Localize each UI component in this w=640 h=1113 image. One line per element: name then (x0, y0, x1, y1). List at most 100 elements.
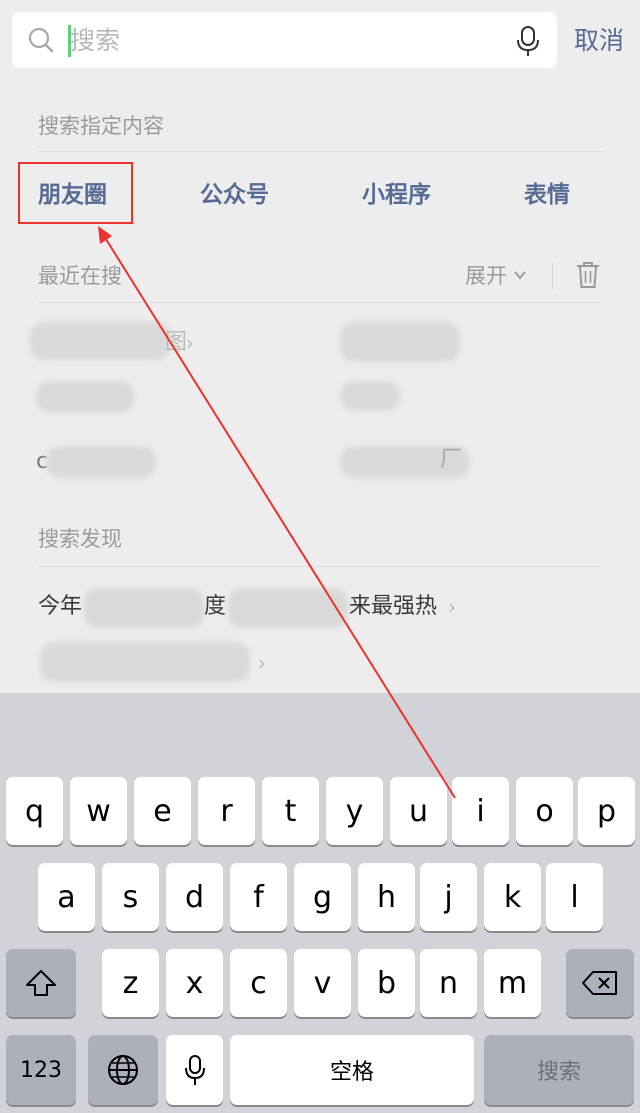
search-input[interactable]: 搜索 (12, 12, 557, 68)
key-d[interactable]: d (166, 863, 223, 931)
key-label: b (376, 965, 397, 1001)
key-label: n (438, 965, 458, 1001)
key-label: v (313, 965, 332, 1001)
key-label: w (86, 793, 111, 829)
recent-item-text: 厂 (440, 447, 463, 472)
key-v[interactable]: v (294, 949, 351, 1017)
space-key[interactable]: 空格 (230, 1035, 474, 1105)
blurred-text (228, 588, 348, 628)
backspace-key[interactable] (566, 949, 634, 1017)
cancel-button[interactable]: 取消 (574, 24, 624, 58)
key-s[interactable]: s (102, 863, 159, 931)
key-f[interactable]: f (230, 863, 287, 931)
key-label: p (596, 793, 617, 829)
dictation-key[interactable] (166, 1035, 223, 1105)
blurred-text (340, 381, 400, 411)
key-u[interactable]: u (390, 777, 447, 845)
key-i[interactable]: i (452, 777, 509, 845)
search-placeholder: 搜索 (70, 26, 121, 55)
blurred-text (46, 446, 156, 478)
key-k[interactable]: k (484, 863, 541, 931)
category-stickers[interactable]: 表情 (524, 178, 570, 212)
globe-icon (108, 1055, 138, 1085)
key-q[interactable]: q (6, 777, 63, 845)
key-w[interactable]: w (70, 777, 127, 845)
expand-button[interactable]: 展开 (465, 261, 507, 291)
key-label: m (497, 965, 528, 1001)
arrow-head-icon (98, 226, 112, 244)
key-label: g (312, 879, 333, 915)
shift-key[interactable] (6, 949, 76, 1017)
key-label: l (570, 879, 579, 915)
microphone-icon (184, 1055, 205, 1085)
chevron-right-icon: › (448, 595, 456, 619)
blurred-text (84, 588, 204, 628)
category-official-accounts[interactable]: 公众号 (200, 178, 269, 212)
discover-title: 搜索发现 (38, 527, 122, 551)
highlight-box (18, 162, 133, 224)
key-label: d (184, 879, 205, 915)
key-label: a (57, 879, 76, 915)
discover-text: 今年 (38, 594, 83, 619)
key-z[interactable]: z (102, 949, 159, 1017)
discover-text: 度 (204, 594, 227, 619)
blurred-text (36, 381, 134, 413)
key-label: i (476, 793, 485, 829)
key-y[interactable]: y (326, 777, 383, 845)
key-label: f (253, 879, 264, 915)
key-o[interactable]: o (516, 777, 573, 845)
specified-content-title: 搜索指定内容 (38, 114, 164, 138)
key-x[interactable]: x (166, 949, 223, 1017)
key-label: t (284, 793, 297, 829)
chevron-down-icon[interactable] (513, 268, 527, 282)
key-r[interactable]: r (198, 777, 255, 845)
numbers-key[interactable]: 123 (6, 1035, 76, 1105)
blurred-text (40, 642, 250, 682)
key-j[interactable]: j (420, 863, 477, 931)
search-key[interactable]: 搜索 (484, 1035, 634, 1105)
key-label: 空格 (329, 1060, 374, 1085)
backspace-icon (582, 971, 617, 995)
key-label: e (153, 793, 172, 829)
search-icon (28, 27, 54, 53)
key-a[interactable]: a (38, 863, 95, 931)
key-label: u (408, 793, 428, 829)
key-g[interactable]: g (294, 863, 351, 931)
key-n[interactable]: n (420, 949, 477, 1017)
key-label: z (122, 965, 139, 1001)
keyboard: q w e r t y u i o p a s d f g h j k l z … (0, 693, 640, 1113)
key-label: 搜索 (536, 1060, 581, 1085)
blurred-text (30, 322, 170, 360)
search-header: 搜索 取消 (0, 0, 640, 84)
key-l[interactable]: l (546, 863, 603, 931)
shift-icon (26, 970, 56, 996)
key-label: 123 (20, 1057, 62, 1083)
key-label: c (250, 965, 267, 1001)
key-e[interactable]: e (134, 777, 191, 845)
globe-key[interactable] (88, 1035, 158, 1105)
divider (38, 151, 603, 152)
recent-searches-title: 最近在搜 (38, 264, 122, 288)
key-t[interactable]: t (262, 777, 319, 845)
key-label: o (535, 793, 554, 829)
trash-icon[interactable] (576, 261, 600, 289)
chevron-right-icon: › (258, 651, 266, 675)
recent-item-text: 图 (165, 330, 188, 355)
separator (552, 262, 553, 290)
microphone-icon[interactable] (516, 25, 540, 57)
blurred-text (340, 322, 460, 362)
key-label: r (220, 793, 233, 829)
key-b[interactable]: b (358, 949, 415, 1017)
key-c[interactable]: c (230, 949, 287, 1017)
key-label: y (345, 793, 364, 829)
key-h[interactable]: h (358, 863, 415, 931)
key-p[interactable]: p (578, 777, 635, 845)
key-label: s (122, 879, 139, 915)
category-mini-programs[interactable]: 小程序 (362, 178, 431, 212)
discover-text: 来最强热 (349, 594, 438, 619)
divider (38, 566, 603, 567)
key-m[interactable]: m (484, 949, 541, 1017)
key-label: x (185, 965, 204, 1001)
key-label: q (24, 793, 45, 829)
chevron-right-icon: › (186, 331, 194, 355)
